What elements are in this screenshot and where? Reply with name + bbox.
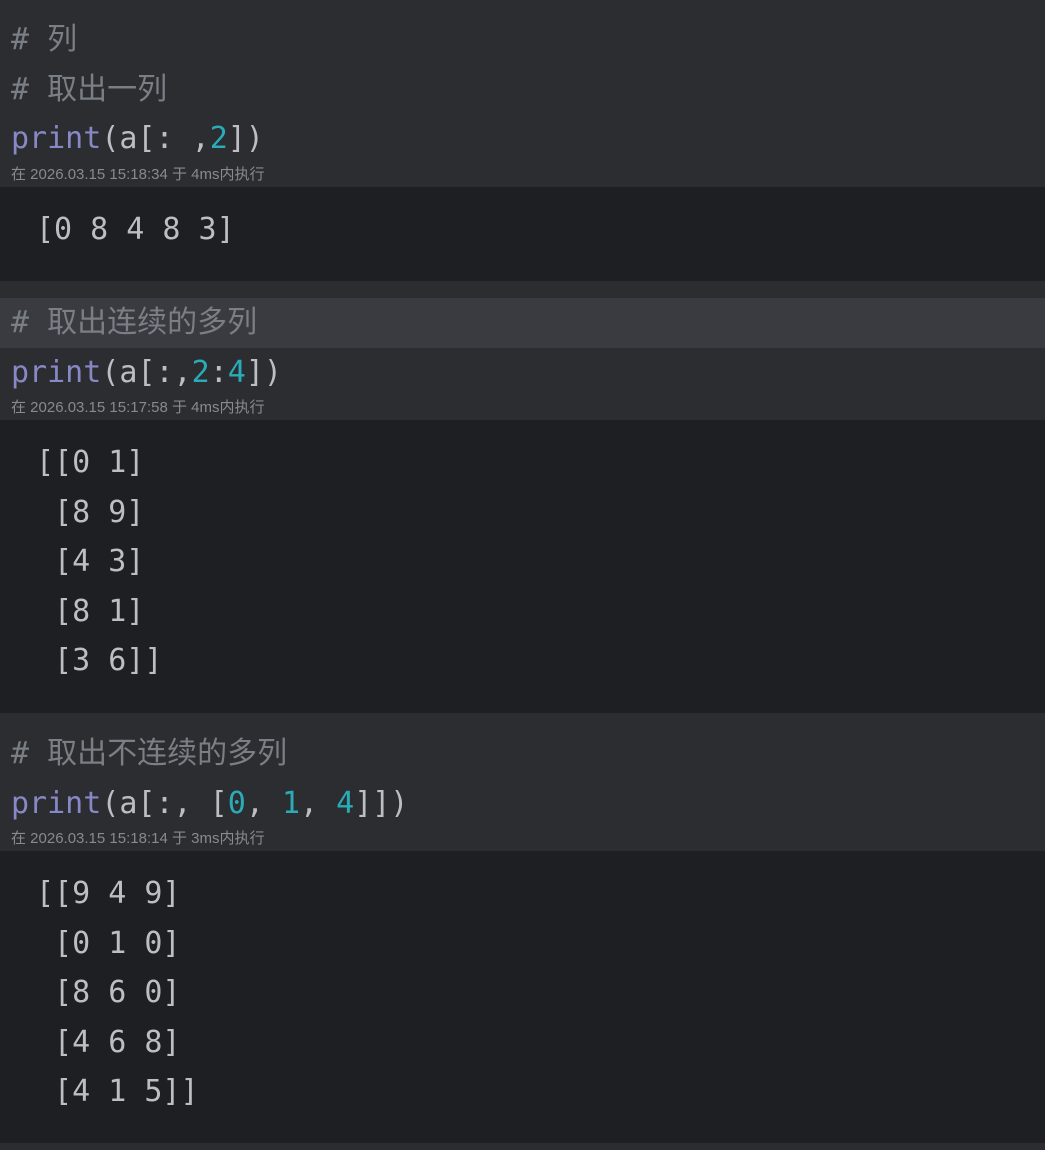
execution-info: 在 2026.03.15 15:18:14 于 3ms内执行 bbox=[11, 830, 265, 847]
code-token: : bbox=[209, 354, 228, 390]
code-number: 0 bbox=[227, 785, 246, 821]
notebook: # 列 # 取出一列 print(a[: ,2]) 在 2026.03.15 1… bbox=[0, 0, 1045, 1150]
code-number: 4 bbox=[336, 785, 355, 821]
code-comment[interactable]: # 取出一列 bbox=[11, 65, 1045, 115]
code-cell-1[interactable]: # 列 # 取出一列 print(a[: ,2]) 在 2026.03.15 1… bbox=[0, 0, 1045, 281]
code-token: (a[:, bbox=[101, 354, 192, 390]
code-statement[interactable]: print(a[: ,2]) bbox=[11, 114, 1045, 164]
output-line: [8 9] bbox=[36, 494, 145, 530]
execution-info: 在 2026.03.15 15:17:58 于 4ms内执行 bbox=[11, 399, 265, 416]
code-editor[interactable]: # 列 # 取出一列 print(a[: ,2]) 在 2026.03.15 1… bbox=[0, 0, 1045, 187]
cell-output: [[0 1] [8 9] [4 3] [8 1] [3 6]] bbox=[0, 420, 1045, 713]
output-line: [0 8 4 8 3] bbox=[36, 212, 235, 247]
code-comment[interactable]: # 取出连续的多列 bbox=[0, 298, 1045, 348]
code-comment[interactable]: # 取出不连续的多列 bbox=[11, 729, 1045, 779]
cell-output: [0 8 4 8 3] bbox=[0, 187, 1045, 281]
code-statement[interactable]: print(a[:,2:4]) bbox=[11, 348, 1045, 398]
output-line: [4 3] bbox=[36, 544, 145, 579]
output-line: [[0 1] bbox=[36, 445, 145, 480]
output-line: [3 6]] bbox=[36, 643, 163, 678]
code-comment[interactable]: # 列 bbox=[11, 15, 1045, 65]
code-number: 2 bbox=[209, 121, 228, 156]
code-token: (a[: , bbox=[101, 121, 210, 156]
code-keyword: print bbox=[11, 354, 102, 390]
output-line: [4 6 8] bbox=[36, 1024, 181, 1060]
code-token: , bbox=[300, 785, 337, 821]
code-number: 2 bbox=[191, 354, 210, 390]
output-line: [[9 4 9] bbox=[36, 876, 181, 911]
code-number: 4 bbox=[227, 354, 246, 390]
code-keyword: print bbox=[11, 785, 102, 821]
code-cell-2[interactable]: # 取出连续的多列 print(a[:,2:4]) 在 2026.03.15 1… bbox=[0, 297, 1045, 713]
code-token: ]) bbox=[245, 354, 282, 390]
code-editor[interactable]: # 取出连续的多列 print(a[:,2:4]) 在 2026.03.15 1… bbox=[0, 297, 1045, 420]
code-cell-3[interactable]: # 取出不连续的多列 print(a[:, [0, 1, 4]]) 在 2026… bbox=[0, 713, 1045, 1143]
code-number: 1 bbox=[281, 785, 300, 821]
code-token: ]]) bbox=[354, 785, 409, 821]
cell-separator bbox=[0, 281, 1045, 297]
code-token: ]) bbox=[227, 121, 264, 156]
output-line: [0 1 0] bbox=[36, 925, 181, 961]
output-line: [8 6 0] bbox=[36, 975, 181, 1010]
output-line: [4 1 5]] bbox=[36, 1074, 199, 1109]
code-keyword: print bbox=[11, 121, 102, 156]
output-line: [8 1] bbox=[36, 593, 145, 629]
code-token: (a[:, [ bbox=[101, 785, 228, 821]
code-statement[interactable]: print(a[:, [0, 1, 4]]) bbox=[11, 779, 1045, 829]
cell-output: [[9 4 9] [0 1 0] [8 6 0] [4 6 8] [4 1 5]… bbox=[0, 851, 1045, 1143]
code-token: , bbox=[245, 785, 282, 821]
execution-info: 在 2026.03.15 15:18:34 于 4ms内执行 bbox=[11, 165, 265, 183]
code-editor[interactable]: # 取出不连续的多列 print(a[:, [0, 1, 4]]) 在 2026… bbox=[0, 713, 1045, 851]
